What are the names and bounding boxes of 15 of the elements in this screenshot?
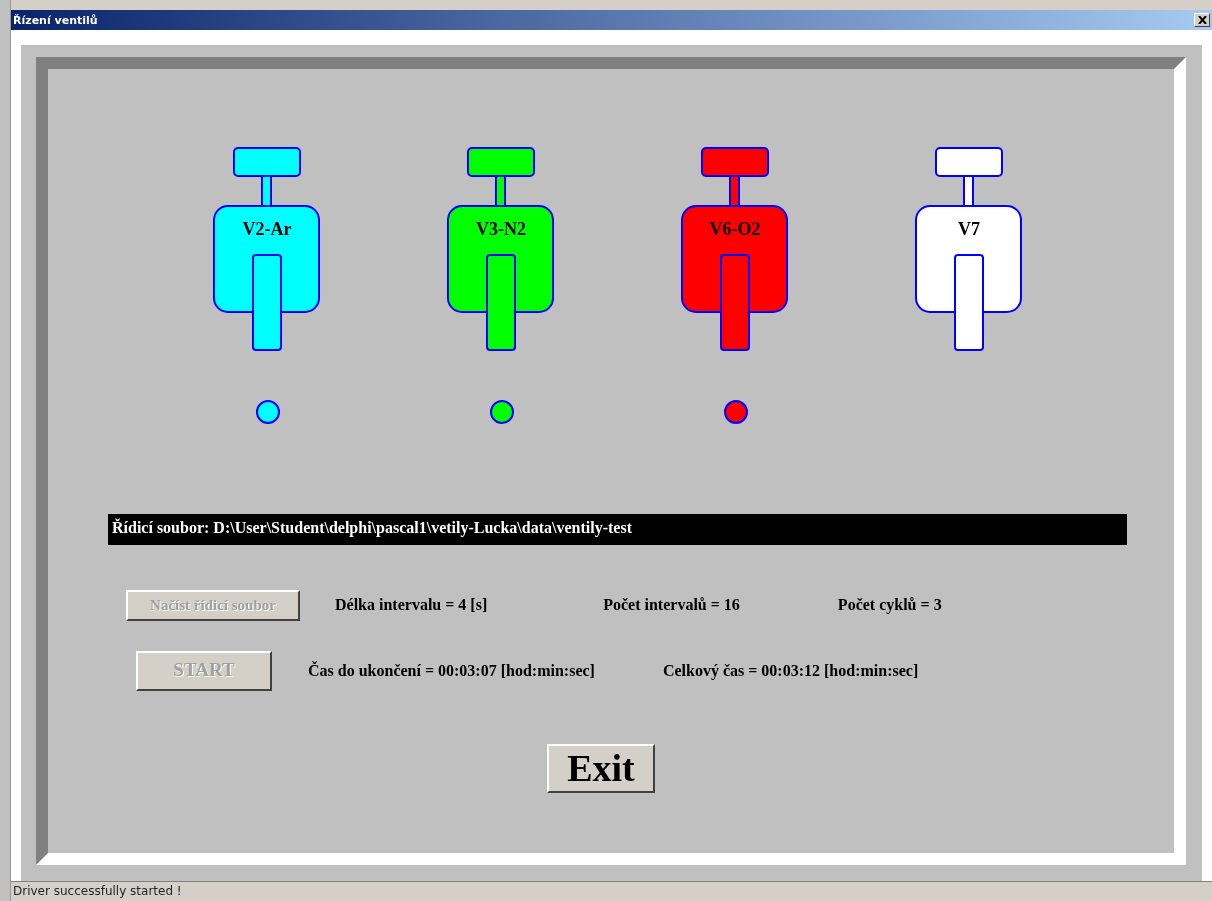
interval-count: Počet intervalů = 16 (603, 596, 740, 615)
valve-label: V6-O2 (709, 219, 761, 239)
close-icon (1197, 16, 1207, 24)
interval-length: Délka intervalu = 4 [s] (335, 596, 488, 615)
valve-label: V7 (958, 219, 980, 239)
valve-label: V2-Ar (242, 219, 292, 239)
valve-label: V3-N2 (476, 219, 526, 239)
exit-button[interactable]: Exit (547, 743, 655, 793)
control-file-path: Řídicí soubor: D:\User\Student\delphi\pascal1\vetily-Lucka\data\ventily-test (108, 514, 1127, 545)
window-title: Řízení ventilů (13, 13, 98, 27)
total-time: Celkový čas = 00:03:12 [hod:min:sec] (662, 661, 919, 680)
cycle-count: Počet cyklů = 3 (837, 596, 942, 615)
close-button[interactable] (1194, 13, 1210, 27)
time-remaining: Čas do ukončení = 00:03:07 [hod:min:sec] (308, 661, 595, 680)
status-bar: Driver successfully started ! (11, 881, 1212, 901)
